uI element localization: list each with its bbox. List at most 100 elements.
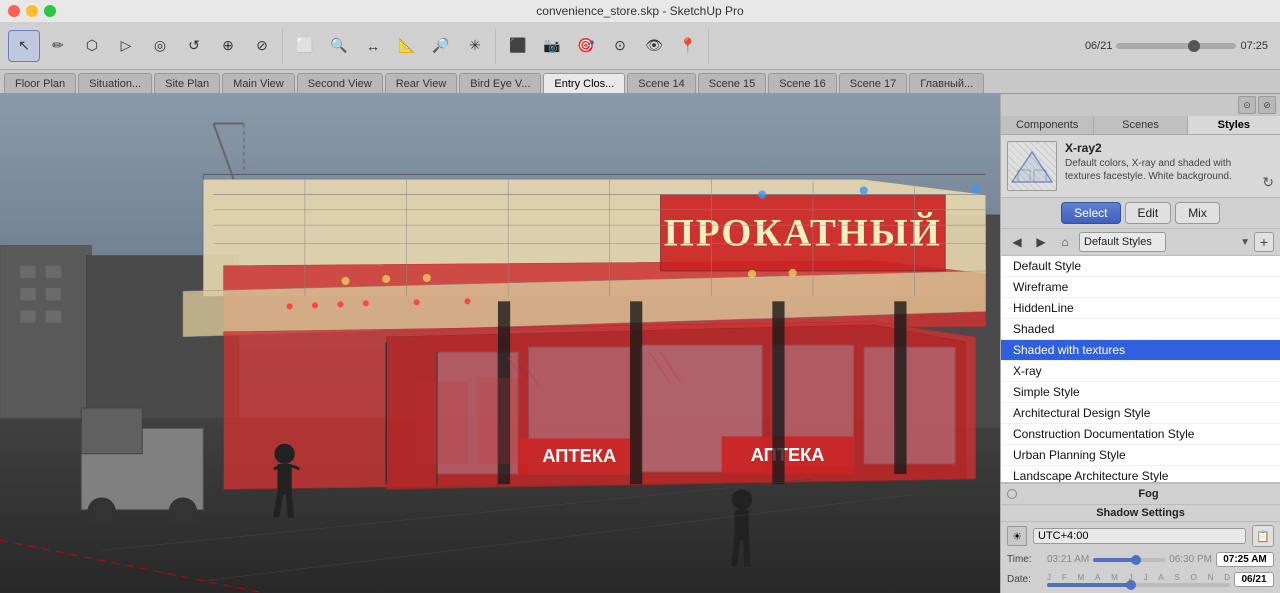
time-slider-row: Time: 03:21 AM 06:30 PM 07:25 AM	[1001, 550, 1280, 572]
paint-tool[interactable]: ✏	[42, 30, 74, 62]
zoom-tool[interactable]: 🔍	[323, 30, 355, 62]
month-label-S: S	[1174, 573, 1179, 582]
month-label-A: A	[1158, 573, 1163, 582]
fog-toggle[interactable]	[1007, 489, 1017, 499]
style-item-wireframe[interactable]: Wireframe	[1001, 277, 1280, 298]
time-start-label: 03:21 AM	[1047, 554, 1089, 565]
nav-home-button[interactable]: ⌂	[1055, 232, 1075, 252]
scene-tab-scene-15[interactable]: Scene 15	[698, 73, 766, 93]
push-pull-tool[interactable]: ▷	[110, 30, 142, 62]
minimize-button[interactable]	[26, 5, 38, 17]
select-tool[interactable]: ↖	[8, 30, 40, 62]
mix-button[interactable]: Mix	[1175, 202, 1220, 224]
scene-tab-scene-14[interactable]: Scene 14	[627, 73, 695, 93]
new-style-button[interactable]: +	[1254, 232, 1274, 252]
style-item-urban-planning-style[interactable]: Urban Planning Style	[1001, 445, 1280, 466]
scene-tab-bird-eye-v---[interactable]: Bird Eye V...	[459, 73, 541, 93]
fog-row: Fog	[1001, 484, 1280, 504]
panel-icon-2[interactable]: ⊘	[1258, 96, 1276, 114]
edit-button[interactable]: Edit	[1125, 202, 1172, 224]
select-button[interactable]: Select	[1061, 202, 1120, 224]
style-item-x-ray[interactable]: X-ray	[1001, 361, 1280, 382]
zoom-extent-tool[interactable]: 🔎	[425, 30, 457, 62]
styles-dropdown[interactable]: Default Styles Assorted Styles Color Set…	[1079, 232, 1166, 252]
position-camera-tool[interactable]: 📍	[672, 30, 704, 62]
style-nav-row: ◀ ▶ ⌂ Default Styles Assorted Styles Col…	[1001, 229, 1280, 256]
erase-tool[interactable]: ⊘	[246, 30, 278, 62]
scene-tab-second-view[interactable]: Second View	[297, 73, 383, 93]
style-desc-label: Default colors, X-ray and shaded with te…	[1065, 157, 1254, 183]
nav-forward-button[interactable]: ▶	[1031, 232, 1051, 252]
camera-tool[interactable]: 📷	[536, 30, 568, 62]
timeline-slider[interactable]	[1116, 43, 1236, 49]
month-label-O: O	[1191, 573, 1197, 582]
component-tool[interactable]: ✳	[459, 30, 491, 62]
time-slider[interactable]	[1093, 558, 1165, 562]
fog-label[interactable]: Fog	[1023, 486, 1274, 502]
month-label-D: D	[1224, 573, 1230, 582]
style-item-default-style[interactable]: Default Style	[1001, 256, 1280, 277]
panel-section-tabs: Components Scenes Styles	[1001, 116, 1280, 135]
style-item-construction-documentation-style[interactable]: Construction Documentation Style	[1001, 424, 1280, 445]
undo-tool[interactable]: ↺	[178, 30, 210, 62]
window-title: convenience_store.skp - SketchUp Pro	[536, 4, 743, 18]
style-item-hiddenline[interactable]: HiddenLine	[1001, 298, 1280, 319]
style-name-label: X-ray2	[1065, 141, 1254, 155]
scene-tab-floor-plan[interactable]: Floor Plan	[4, 73, 76, 93]
rectangle-tool[interactable]: ⬜	[289, 30, 321, 62]
nav-back-button[interactable]: ◀	[1007, 232, 1027, 252]
offset-tool[interactable]: ⊕	[212, 30, 244, 62]
section-tool[interactable]: ⬛	[502, 30, 534, 62]
date-label: Date:	[1007, 574, 1043, 585]
scene-tab-main-view[interactable]: Main View	[222, 73, 295, 93]
window-controls[interactable]	[8, 5, 56, 17]
scene-tab-scene-16[interactable]: Scene 16	[768, 73, 836, 93]
pan-tool[interactable]: ↔	[357, 30, 389, 62]
scene-tab-site-plan[interactable]: Site Plan	[154, 73, 220, 93]
month-labels: JFMAMJJASOND	[1047, 573, 1230, 582]
styles-tab[interactable]: Styles	[1188, 116, 1280, 134]
walkthrough-tool[interactable]: 🎯	[570, 30, 602, 62]
dropdown-container: Default Styles Assorted Styles Color Set…	[1079, 232, 1236, 252]
panel-icon-1[interactable]: ⊙	[1238, 96, 1256, 114]
scene-tab-entry-clos---[interactable]: Entry Clos...	[543, 73, 625, 93]
style-list: Default StyleWireframeHiddenLineShadedSh…	[1001, 256, 1280, 483]
date-slider[interactable]	[1047, 583, 1230, 587]
camera-tools-group: ⬛ 📷 🎯 ⊙ 👁 📍	[498, 28, 709, 64]
viewport[interactable]: ПРОКАТНЫЙ АПТЕКА АПТЕКА	[0, 94, 1000, 593]
close-button[interactable]	[8, 5, 20, 17]
style-info: X-ray2 Default colors, X-ray and shaded …	[1065, 141, 1254, 183]
month-label-M: M	[1111, 573, 1118, 582]
components-tab[interactable]: Components	[1001, 116, 1094, 134]
maximize-button[interactable]	[44, 5, 56, 17]
style-item-architectural-design-style[interactable]: Architectural Design Style	[1001, 403, 1280, 424]
style-preview-area: X-ray2 Default colors, X-ray and shaded …	[1001, 135, 1280, 198]
style-item-simple-style[interactable]: Simple Style	[1001, 382, 1280, 403]
style-item-shaded-with-textures[interactable]: Shaded with textures	[1001, 340, 1280, 361]
style-item-landscape-architecture-style[interactable]: Landscape Architecture Style	[1001, 466, 1280, 483]
rotate-tool[interactable]: ◎	[144, 30, 176, 62]
look-around-tool[interactable]: 👁	[638, 30, 670, 62]
shape-tool[interactable]: ⬡	[76, 30, 108, 62]
style-item-shaded[interactable]: Shaded	[1001, 319, 1280, 340]
time-label: Time:	[1007, 554, 1043, 565]
scene-tab-situation---[interactable]: Situation...	[78, 73, 152, 93]
month-label-J: J	[1047, 573, 1051, 582]
fog-section: Fog	[1001, 483, 1280, 504]
scene-tab-rear-view[interactable]: Rear View	[385, 73, 458, 93]
scenes-tab[interactable]: Scenes	[1094, 116, 1187, 134]
bottom-panels: Fog Shadow Settings ☀ UTC+4:00 📋 Time: 0…	[1001, 483, 1280, 593]
date-value-display: 06/21	[1234, 572, 1274, 587]
month-label-J: J	[1143, 573, 1147, 582]
refresh-icon[interactable]: ↻	[1262, 174, 1274, 191]
month-label-A: A	[1095, 573, 1100, 582]
orbit-tool[interactable]: ⊙	[604, 30, 636, 62]
title-bar: convenience_store.skp - SketchUp Pro	[0, 0, 1280, 22]
scene-tab-scene-17[interactable]: Scene 17	[839, 73, 907, 93]
measure-tool[interactable]: 📐	[391, 30, 423, 62]
shadow-title[interactable]: Shadow Settings	[1001, 505, 1280, 522]
timezone-select[interactable]: UTC+4:00	[1033, 528, 1246, 544]
style-preview-thumbnail	[1007, 141, 1057, 191]
scene-tab-----------[interactable]: Главный...	[909, 73, 984, 93]
copy-timezone-button[interactable]: 📋	[1252, 525, 1274, 547]
